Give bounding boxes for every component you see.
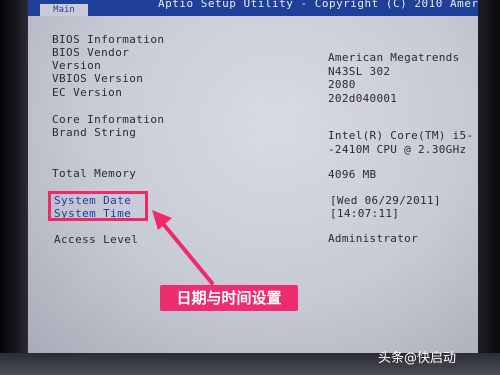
watermark: 头条@快启动 xyxy=(378,351,457,366)
annotation-caption: 日期与时间设置 xyxy=(160,285,298,311)
annotation-arrow-icon xyxy=(152,210,214,285)
